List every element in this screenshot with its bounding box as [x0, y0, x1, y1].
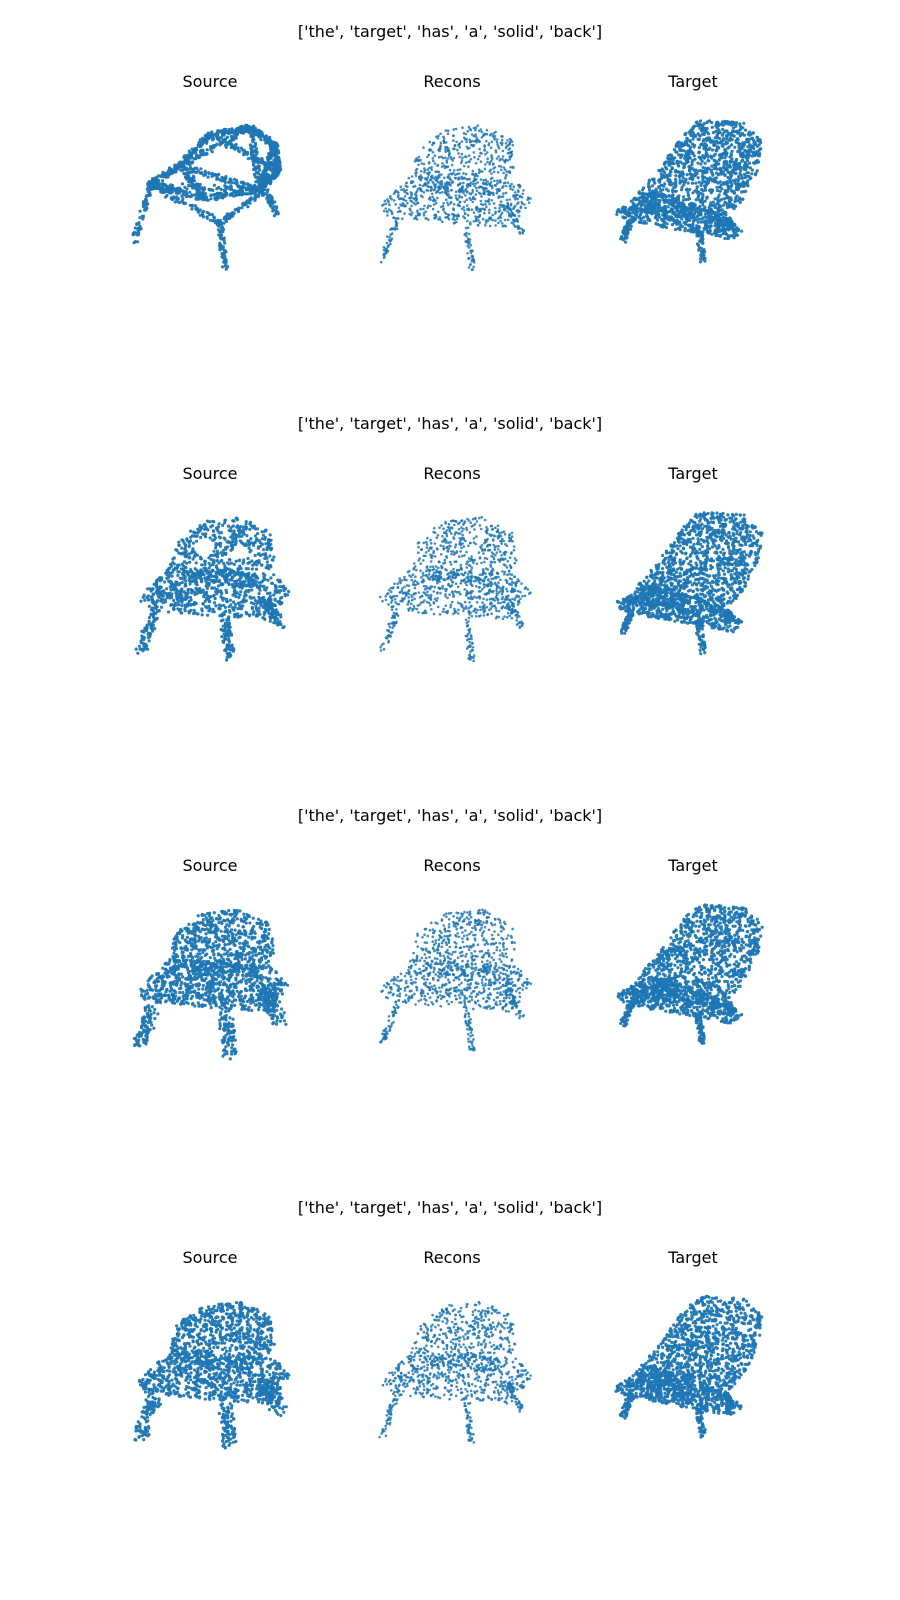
panel-title-recons: Recons — [423, 856, 481, 875]
point-cloud-points — [614, 1294, 764, 1439]
point-cloud-target — [615, 511, 764, 656]
panel-title-recons: Recons — [423, 72, 481, 91]
panel-title-source: Source — [182, 464, 238, 483]
point-cloud-points — [131, 123, 283, 271]
point-cloud-points — [379, 124, 532, 271]
row-caption: ['the', 'target', 'has', 'a', 'solid', '… — [297, 1198, 603, 1217]
point-cloud-points — [616, 903, 764, 1045]
point-cloud-points — [378, 515, 532, 663]
point-cloud-recons — [379, 908, 533, 1052]
panel-title-source: Source — [182, 856, 238, 875]
point-cloud-target — [616, 903, 764, 1045]
panel-title-target: Target — [668, 856, 718, 875]
point-cloud-recons — [378, 1300, 532, 1444]
row-caption: ['the', 'target', 'has', 'a', 'solid', '… — [297, 22, 603, 41]
point-cloud-points — [379, 908, 533, 1052]
point-cloud-source — [131, 123, 283, 271]
panel-title-source: Source — [182, 72, 238, 91]
point-cloud-points — [615, 119, 763, 264]
point-cloud-points — [132, 908, 290, 1061]
panel-title-recons: Recons — [423, 464, 481, 483]
point-cloud-source — [133, 1301, 291, 1450]
panel-title-target: Target — [668, 72, 718, 91]
point-cloud-target — [614, 1294, 764, 1439]
row-caption: ['the', 'target', 'has', 'a', 'solid', '… — [297, 414, 603, 433]
panel-title-source: Source — [182, 1248, 238, 1267]
point-cloud-source — [134, 516, 291, 662]
point-cloud-recons — [379, 124, 532, 271]
point-cloud-recons — [378, 515, 532, 663]
panel-title-target: Target — [668, 464, 718, 483]
point-cloud-points — [133, 1301, 291, 1450]
point-cloud-points — [134, 516, 291, 662]
point-cloud-points — [615, 511, 764, 656]
point-cloud-source — [132, 908, 290, 1061]
point-cloud-points — [378, 1300, 532, 1444]
point-cloud-target — [615, 119, 763, 264]
panel-title-target: Target — [668, 1248, 718, 1267]
row-caption: ['the', 'target', 'has', 'a', 'solid', '… — [297, 806, 603, 825]
panel-title-recons: Recons — [423, 1248, 481, 1267]
